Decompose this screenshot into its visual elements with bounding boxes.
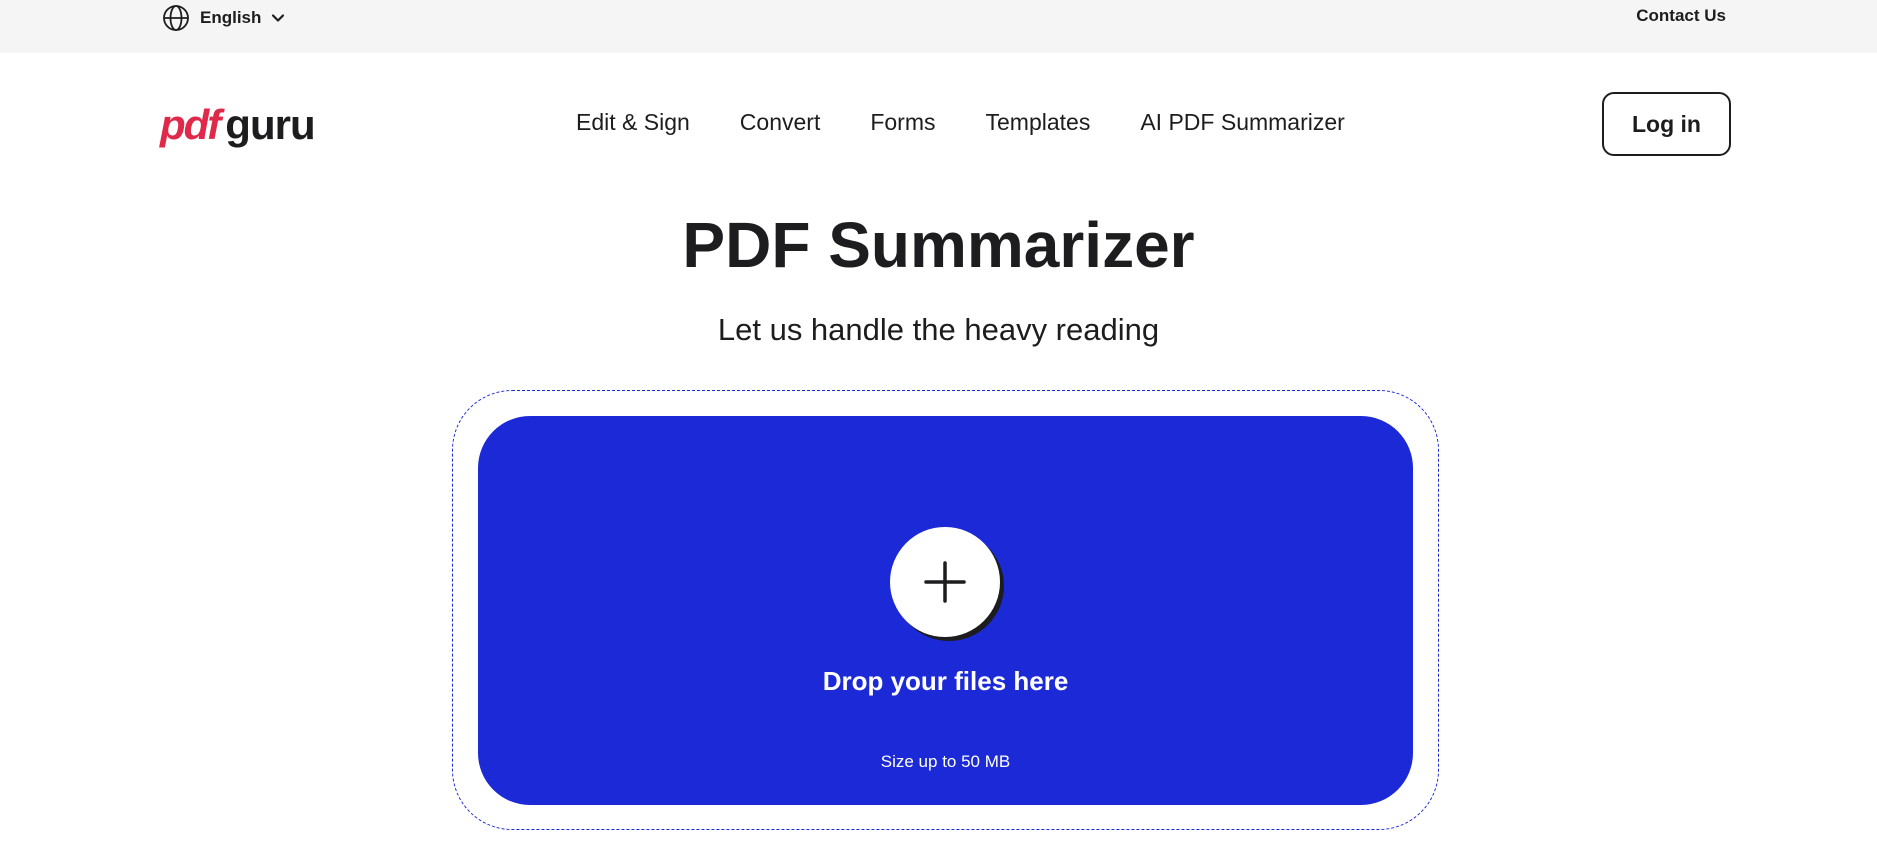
page-subtitle: Let us handle the heavy reading (717, 312, 1160, 347)
nav-templates[interactable]: Templates (986, 109, 1091, 136)
logo-guru-text: guru (225, 101, 315, 148)
file-drop-zone[interactable]: Drop your files here Size up to 50 MB (478, 416, 1413, 805)
drop-files-label: Drop your files here (822, 666, 1069, 696)
nav-ai-pdf-summarizer[interactable]: AI PDF Summarizer (1140, 109, 1344, 136)
top-bar: English Contact Us (0, 0, 1877, 53)
pdf-guru-logo[interactable]: pdf guru (160, 101, 316, 149)
size-limit-label: Size up to 50 MB (880, 752, 1011, 771)
site-header: pdf guru Edit & Sign Convert Forms Templ… (0, 53, 1877, 193)
login-button[interactable]: Log in (1602, 92, 1731, 156)
nav-edit-sign[interactable]: Edit & Sign (576, 109, 690, 136)
plus-icon (924, 561, 966, 603)
language-selector[interactable]: English (162, 4, 285, 32)
globe-icon (162, 4, 190, 32)
nav-convert[interactable]: Convert (740, 109, 821, 136)
chevron-down-icon (271, 11, 285, 25)
contact-us-link[interactable]: Contact Us (1636, 6, 1726, 26)
page-title: PDF Summarizer (682, 209, 1195, 281)
language-label: English (200, 8, 262, 27)
logo-pdf-text: pdf (160, 101, 221, 148)
add-file-button[interactable] (890, 527, 1000, 637)
main-nav: Edit & Sign Convert Forms Templates AI P… (576, 109, 1395, 136)
nav-forms[interactable]: Forms (870, 109, 935, 136)
